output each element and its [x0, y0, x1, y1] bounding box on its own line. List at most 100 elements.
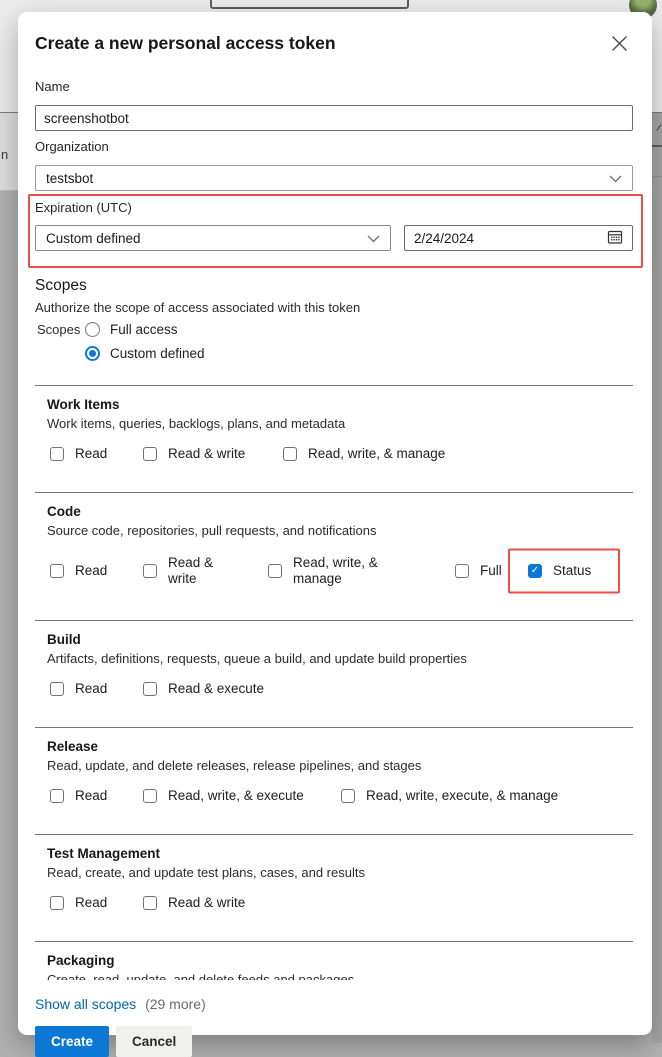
checkbox-icon[interactable] [143, 896, 157, 910]
more-scopes-count: (29 more) [145, 996, 206, 1012]
scope-section: Work Items Work items, queries, backlogs… [35, 385, 633, 462]
scopes-inline-label: Scopes [35, 322, 85, 337]
section-divider [35, 620, 633, 621]
expiration-date-input[interactable] [414, 231, 564, 246]
full-access-label[interactable]: Full access [110, 322, 178, 337]
scope-checkbox[interactable]: Read [50, 563, 143, 579]
scope-section-title: Test Management [47, 846, 633, 861]
checkbox-icon[interactable] [50, 447, 64, 461]
scope-checkbox-row: Read Read, write, & execute Read, write,… [47, 788, 633, 804]
chevron-down-icon [609, 171, 622, 186]
background-search-box[interactable] [210, 0, 409, 9]
scope-section-description: Create, read, update, and delete feeds a… [47, 972, 633, 980]
checkbox-icon[interactable] [50, 896, 64, 910]
checkbox-label: Read [75, 895, 107, 911]
checkbox-label: Read, write, & manage [293, 555, 388, 587]
section-divider [35, 834, 633, 835]
cancel-button[interactable]: Cancel [116, 1026, 192, 1057]
scope-section: Test Management Read, create, and update… [35, 834, 633, 911]
scope-checkbox[interactable]: Read & execute [143, 681, 264, 697]
scope-checkbox-row: Read Read & write Read, write, & manage [47, 446, 633, 462]
calendar-button[interactable] [607, 229, 623, 248]
checkbox-label: Read [75, 563, 107, 579]
checkbox-icon[interactable] [341, 789, 355, 803]
checkbox-icon[interactable] [50, 682, 64, 696]
checkbox-icon[interactable] [283, 447, 297, 461]
checkbox-label: Read, write, execute, & manage [366, 788, 558, 804]
scope-checkbox[interactable]: Read [50, 895, 143, 911]
close-icon [611, 35, 628, 55]
checkbox-icon[interactable] [143, 564, 157, 578]
calendar-icon [607, 229, 623, 248]
checkbox-icon[interactable] [143, 682, 157, 696]
scope-section-title: Build [47, 632, 633, 647]
checkbox-label: Read, write, & manage [308, 446, 445, 462]
section-divider [35, 941, 633, 942]
checkbox-label: Read, write, & execute [168, 788, 304, 804]
background-divider [652, 176, 662, 177]
scope-checkbox-row: Read Read & execute [47, 681, 633, 697]
checkbox-icon[interactable] [528, 564, 542, 578]
scope-checkbox[interactable]: Read & write [143, 446, 283, 462]
scope-checkbox-row: Read Read & write Read, write, & manage … [47, 554, 633, 588]
custom-defined-label[interactable]: Custom defined [110, 346, 205, 361]
expiration-label: Expiration (UTC) [35, 200, 633, 215]
expiration-section: Expiration (UTC) Custom defined [35, 200, 633, 251]
scope-sections-list: Work Items Work items, queries, backlogs… [35, 385, 633, 980]
dialog-actions: Create Cancel [35, 1026, 633, 1057]
scope-checkbox[interactable]: Read [50, 788, 143, 804]
checkbox-label: Read & execute [168, 681, 264, 697]
checkbox-icon[interactable] [268, 564, 282, 578]
scopes-heading: Scopes [35, 277, 633, 295]
scope-section-description: Artifacts, definitions, requests, queue … [47, 651, 633, 666]
scope-section: Build Artifacts, definitions, requests, … [35, 620, 633, 697]
scope-section: Release Read, update, and delete release… [35, 727, 633, 804]
scope-checkbox[interactable]: Read [50, 681, 143, 697]
checkbox-label: Read [75, 446, 107, 462]
checkbox-label: Read [75, 681, 107, 697]
name-input[interactable] [35, 105, 633, 131]
create-button[interactable]: Create [35, 1026, 109, 1057]
checkbox-icon[interactable] [50, 789, 64, 803]
section-divider [35, 385, 633, 386]
scope-section-description: Work items, queries, backlogs, plans, an… [47, 416, 633, 431]
checkbox-icon[interactable] [143, 789, 157, 803]
scope-radio-row-full-access: Scopes Full access [35, 322, 633, 337]
scope-checkbox[interactable]: Read, write, & execute [143, 788, 341, 804]
close-button[interactable] [608, 34, 630, 56]
expiration-mode-select[interactable]: Custom defined [35, 225, 391, 251]
background-page-right-panel [652, 113, 662, 1043]
scope-checkbox[interactable]: Read [50, 446, 143, 462]
scope-checkbox[interactable]: Read & write [143, 895, 245, 911]
scope-section: Code Source code, repositories, pull req… [35, 492, 633, 588]
show-all-scopes-link[interactable]: Show all scopes [35, 996, 136, 1012]
scope-section-title: Work Items [47, 397, 633, 412]
organization-select[interactable]: testsbot [35, 165, 633, 191]
checkbox-label: Read & write [168, 555, 224, 587]
show-all-scopes-row: Show all scopes (29 more) [35, 996, 633, 1012]
checkbox-icon[interactable] [143, 447, 157, 461]
scope-checkbox[interactable]: Read, write, & manage [268, 555, 455, 587]
scope-radio-row-custom-defined: Custom defined [35, 346, 633, 361]
checkbox-icon[interactable] [50, 564, 64, 578]
name-label: Name [35, 79, 633, 94]
scope-checkbox[interactable]: Full [455, 563, 528, 579]
scope-section-title: Packaging [47, 953, 633, 968]
scope-section-title: Release [47, 739, 633, 754]
scope-checkbox-row: Read Read & write [47, 895, 633, 911]
scope-checkbox[interactable]: Status [528, 563, 591, 579]
background-text-fragment: n [1, 147, 8, 162]
scope-checkbox[interactable]: Read, write, execute, & manage [341, 788, 558, 804]
scope-section-title: Code [47, 504, 633, 519]
full-access-radio[interactable] [85, 322, 100, 337]
background-divider [652, 145, 662, 147]
organization-value: testsbot [46, 171, 93, 186]
scope-checkbox[interactable]: Read & write [143, 555, 268, 587]
organization-label: Organization [35, 139, 633, 154]
checkbox-label: Read [75, 788, 107, 804]
checkbox-label: Read & write [168, 895, 245, 911]
checkbox-icon[interactable] [455, 564, 469, 578]
custom-defined-radio[interactable] [85, 346, 100, 361]
scope-checkbox[interactable]: Read, write, & manage [283, 446, 445, 462]
checkbox-label: Read & write [168, 446, 245, 462]
